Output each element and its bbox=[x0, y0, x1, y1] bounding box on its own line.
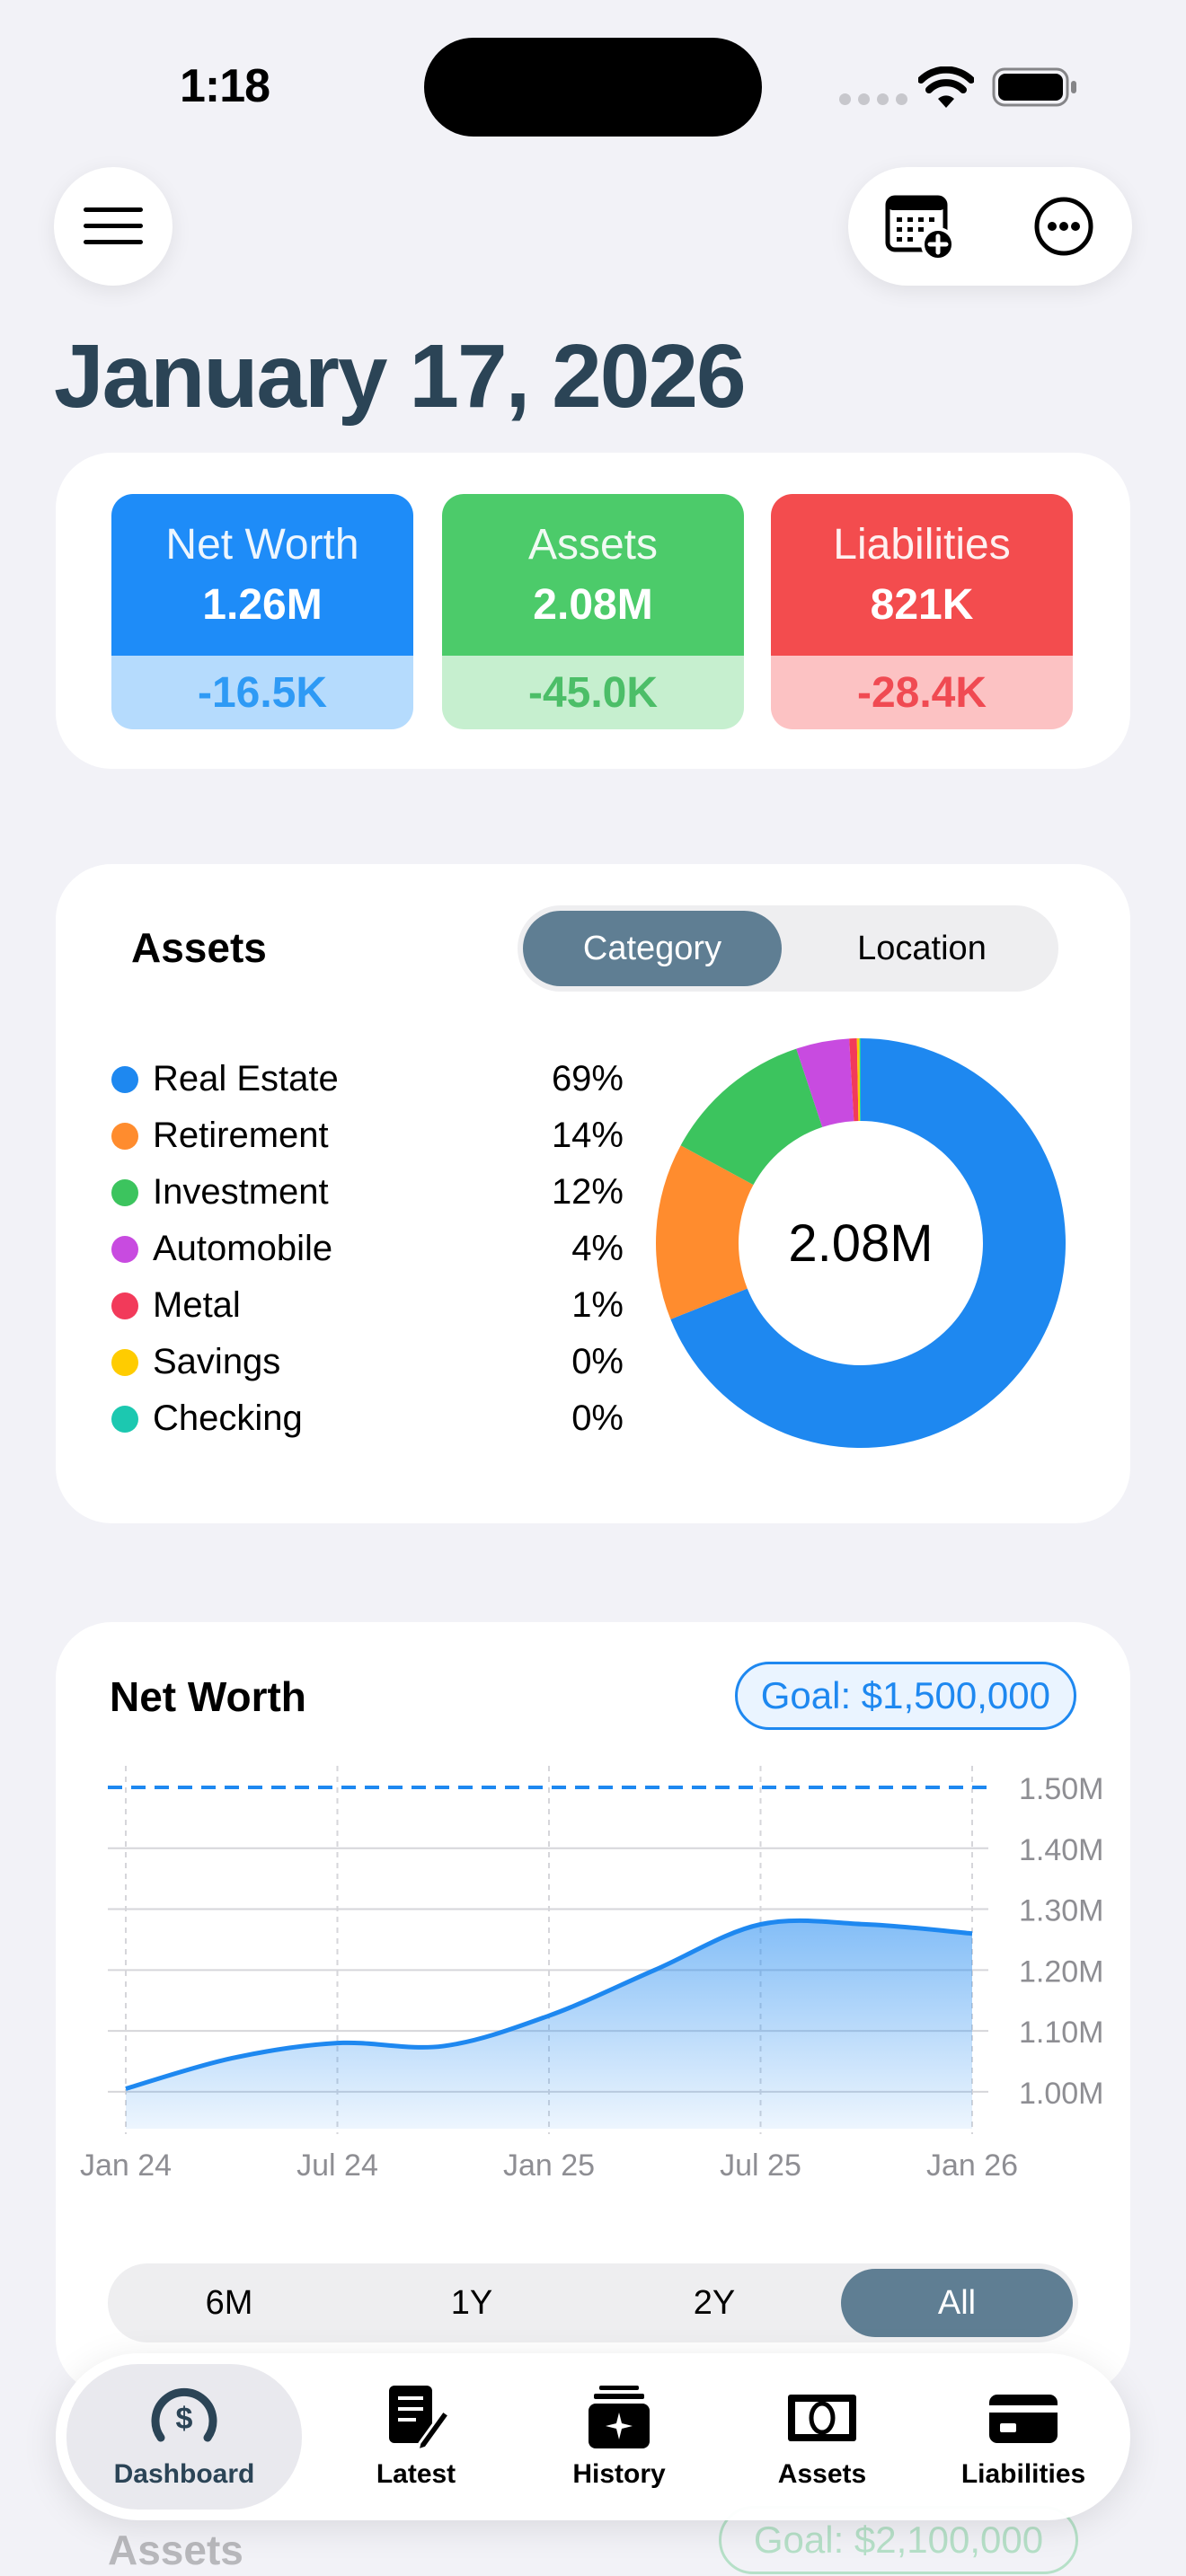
tab-latest[interactable]: Latest bbox=[318, 2364, 514, 2510]
goal-pill[interactable]: Goal: $1,500,000 bbox=[734, 1662, 1076, 1730]
wifi-icon bbox=[918, 66, 974, 108]
y-tick-label: 1.40M bbox=[1019, 1833, 1104, 1867]
dynamic-island bbox=[424, 38, 762, 137]
breakdown-segmented-control: Category Location bbox=[518, 905, 1058, 992]
legend-color-dot bbox=[111, 1122, 138, 1150]
legend-name: Metal bbox=[153, 1285, 241, 1325]
net-worth-card: Net Worth Goal: $1,500,000 1.50M 1.40M 1.3… bbox=[56, 1622, 1130, 2395]
tab-label: Latest bbox=[376, 2459, 456, 2489]
net-worth-title: Net Worth bbox=[110, 1673, 306, 1720]
assets-tile[interactable]: Assets 2.08M -45.0K bbox=[442, 494, 744, 729]
assets-breakdown-card: Assets Category Location Real Estate 69% R… bbox=[56, 864, 1130, 1523]
legend-name: Automobile bbox=[153, 1229, 333, 1268]
legend-name: Checking bbox=[153, 1398, 303, 1438]
x-tick-label: Jan 26 bbox=[926, 2148, 1018, 2179]
legend-percent: 69% bbox=[551, 1059, 624, 1098]
hamburger-menu-icon bbox=[84, 207, 143, 244]
y-tick-label: 1.10M bbox=[1019, 2016, 1104, 2050]
assets-card-title: Assets bbox=[131, 924, 267, 971]
credit-card-icon bbox=[989, 2395, 1058, 2443]
tab-history[interactable]: History bbox=[521, 2364, 717, 2510]
tab-label: Dashboard bbox=[113, 2459, 255, 2489]
legend-name: Real Estate bbox=[153, 1059, 339, 1098]
legend-item[interactable]: Automobile 4% bbox=[111, 1221, 624, 1277]
segment-location[interactable]: Location bbox=[791, 911, 1053, 986]
legend-percent: 14% bbox=[551, 1116, 624, 1155]
range-2y[interactable]: 2Y bbox=[598, 2269, 830, 2337]
document-edit-icon bbox=[389, 2386, 452, 2452]
y-tick-label: 1.00M bbox=[1019, 2077, 1104, 2111]
status-time: 1:18 bbox=[180, 60, 270, 112]
tile-label: Liabilities bbox=[833, 521, 1011, 569]
menu-button[interactable] bbox=[54, 167, 173, 286]
legend-percent: 0% bbox=[571, 1342, 624, 1381]
x-tick-label: Jan 24 bbox=[80, 2148, 172, 2179]
tab-liabilities[interactable]: Liabilities bbox=[925, 2364, 1121, 2510]
range-all[interactable]: All bbox=[841, 2269, 1073, 2337]
net-worth-chart[interactable]: 1.50M 1.40M 1.30M 1.20M 1.10M 1.00M Jan 24 Jul … bbox=[56, 1766, 1130, 2179]
y-tick-label: 1.30M bbox=[1019, 1894, 1104, 1928]
legend-item[interactable]: Metal 1% bbox=[111, 1277, 624, 1334]
range-6m[interactable]: 6M bbox=[113, 2269, 345, 2337]
x-tick-label: Jul 25 bbox=[720, 2148, 801, 2179]
banknote-icon bbox=[788, 2395, 856, 2441]
liabilities-tile[interactable]: Liabilities 821K -28.4K bbox=[771, 494, 1073, 729]
legend-percent: 1% bbox=[571, 1285, 624, 1325]
assets-donut-chart[interactable] bbox=[652, 1035, 1069, 1451]
more-options-icon[interactable] bbox=[1028, 190, 1100, 262]
x-tick-label: Jan 25 bbox=[503, 2148, 595, 2179]
legend-name: Retirement bbox=[153, 1116, 329, 1155]
range-1y[interactable]: 1Y bbox=[356, 2269, 588, 2337]
tile-label: Assets bbox=[527, 521, 659, 569]
x-tick-label: Jul 24 bbox=[296, 2148, 378, 2179]
tile-value: 1.26M bbox=[202, 581, 323, 629]
next-card-title: Assets bbox=[108, 2527, 243, 2573]
tile-value: 821K bbox=[870, 581, 974, 629]
history-stack-icon bbox=[589, 2386, 650, 2448]
tab-assets[interactable]: Assets bbox=[724, 2364, 920, 2510]
svg-text:$: $ bbox=[176, 2402, 193, 2436]
legend-item[interactable]: Retirement 14% bbox=[111, 1107, 624, 1164]
cellular-signal-icon bbox=[839, 93, 907, 105]
segment-category[interactable]: Category bbox=[523, 911, 782, 986]
net-worth-tile[interactable]: Net Worth 1.26M -16.5K bbox=[111, 494, 413, 729]
tab-label: Assets bbox=[777, 2459, 867, 2489]
legend-color-dot bbox=[111, 1348, 138, 1376]
battery-icon bbox=[992, 67, 1076, 107]
legend-item[interactable]: Real Estate 69% bbox=[111, 1051, 624, 1107]
assets-legend: Real Estate 69% Retirement 14% Investment 12%… bbox=[111, 1051, 624, 1447]
legend-percent: 4% bbox=[571, 1229, 624, 1268]
summary-card: Net Worth 1.26M -16.5K Assets 2.08M -45.0K… bbox=[56, 453, 1130, 769]
legend-percent: 0% bbox=[571, 1398, 624, 1438]
legend-color-dot bbox=[111, 1405, 138, 1433]
tab-label: Liabilities bbox=[960, 2459, 1086, 2489]
y-tick-label: 1.20M bbox=[1019, 1954, 1104, 1989]
legend-color-dot bbox=[111, 1292, 138, 1319]
legend-item[interactable]: Investment 12% bbox=[111, 1164, 624, 1221]
tile-label: Net Worth bbox=[165, 521, 359, 569]
legend-name: Savings bbox=[153, 1342, 281, 1381]
tile-delta: -45.0K bbox=[442, 656, 744, 729]
legend-color-dot bbox=[111, 1178, 138, 1206]
legend-color-dot bbox=[111, 1065, 138, 1093]
tab-dashboard[interactable]: $ Dashboard bbox=[66, 2364, 302, 2510]
legend-color-dot bbox=[111, 1235, 138, 1263]
tile-delta: -16.5K bbox=[111, 656, 413, 729]
dashboard-gauge-icon: $ bbox=[151, 2387, 217, 2442]
legend-item[interactable]: Savings 0% bbox=[111, 1334, 624, 1390]
legend-name: Investment bbox=[153, 1172, 329, 1212]
legend-percent: 12% bbox=[551, 1172, 624, 1212]
legend-item[interactable]: Checking 0% bbox=[111, 1390, 624, 1447]
tile-value: 2.08M bbox=[533, 581, 653, 629]
top-actions bbox=[848, 167, 1132, 286]
page-title: January 17, 2026 bbox=[54, 326, 747, 427]
tile-delta: -28.4K bbox=[771, 656, 1073, 729]
tab-bar: $ Dashboard Latest History Assets Liabil… bbox=[56, 2353, 1130, 2520]
add-calendar-icon[interactable] bbox=[884, 190, 956, 262]
y-tick-label: 1.50M bbox=[1019, 1772, 1104, 1806]
tab-label: History bbox=[572, 2459, 666, 2489]
range-segmented-control: 6M 1Y 2Y All bbox=[108, 2263, 1078, 2342]
